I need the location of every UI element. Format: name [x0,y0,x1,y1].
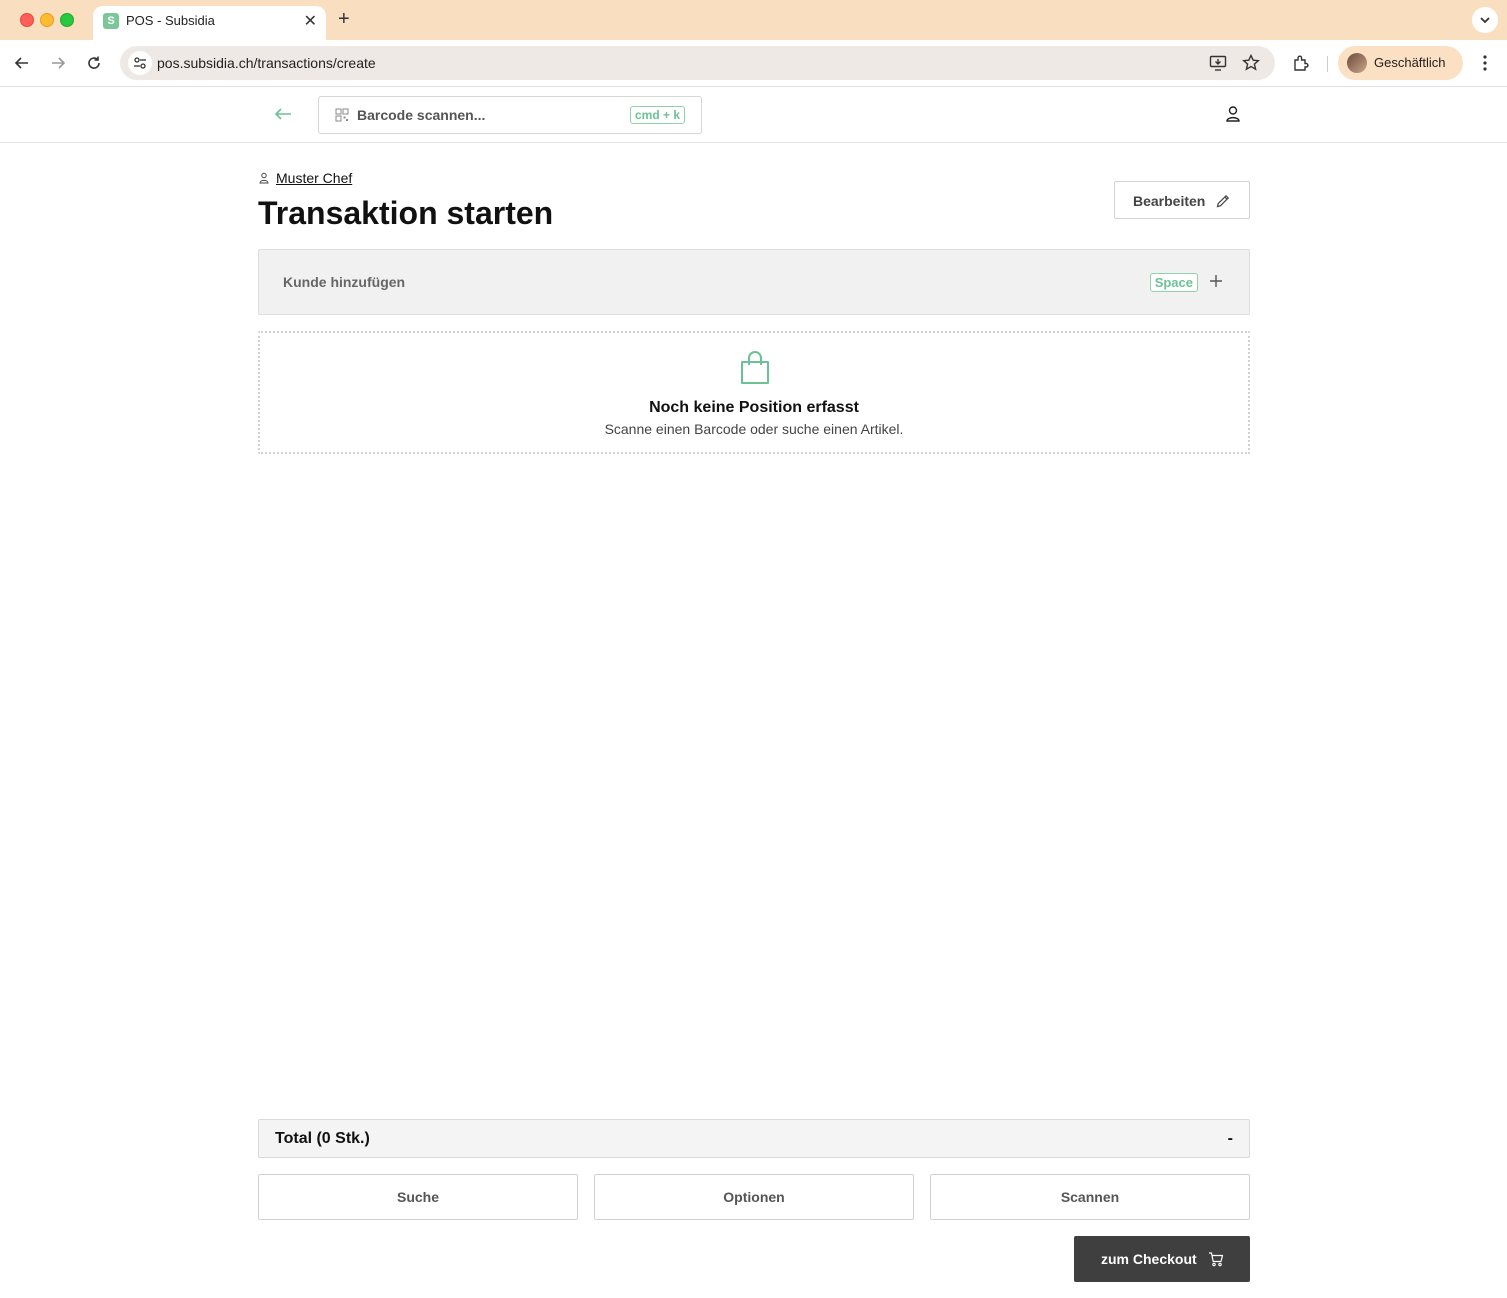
close-window-button[interactable] [20,13,34,27]
back-icon[interactable] [11,52,33,74]
scan-button[interactable]: Scannen [930,1174,1250,1220]
checkout-label: zum Checkout [1101,1251,1197,1267]
back-arrow-icon[interactable] [273,102,295,126]
new-tab-icon[interactable]: + [338,8,350,31]
page-title-bold: Transaktion [258,195,438,231]
avatar [1347,53,1367,73]
total-bar: Total (0 Stk.) - [258,1119,1250,1158]
shortcut-badge: cmd + k [629,106,685,124]
extensions-icon[interactable] [1290,52,1312,74]
browser-tab-bar: S POS - Subsidia ✕ + [0,0,1507,40]
customer-name[interactable]: Muster Chef [276,170,352,186]
pencil-icon [1215,193,1231,209]
barcode-placeholder: Barcode scannen... [357,107,486,123]
add-customer-label: Kunde hinzufügen [283,274,406,290]
plus-icon [1207,272,1225,290]
space-shortcut-badge: Space [1149,273,1198,292]
tab-title: POS - Subsidia [126,13,215,28]
empty-positions-panel: Noch keine Position erfasst Scanne einen… [258,331,1250,454]
browser-toolbar: pos.subsidia.ch/transactions/create Gesc… [0,40,1507,87]
tab-close-icon[interactable]: ✕ [304,11,317,31]
shopping-bag-icon [739,351,771,385]
app-header: Barcode scannen... cmd + k [0,87,1507,143]
forward-icon[interactable] [47,52,69,74]
edit-button[interactable]: Bearbeiten [1114,181,1250,219]
search-button[interactable]: Suche [258,1174,578,1220]
maximize-window-button[interactable] [60,13,74,27]
customer-link[interactable]: Muster Chef [258,170,352,186]
total-label: Total (0 Stk.) [275,1130,370,1147]
profile-button[interactable]: Geschäftlich [1338,46,1463,80]
browser-tab[interactable]: S POS - Subsidia ✕ [93,6,326,40]
edit-button-label: Bearbeiten [1133,193,1206,209]
options-button[interactable]: Optionen [594,1174,914,1220]
total-value: - [1227,1130,1233,1147]
more-menu-icon[interactable] [1474,52,1496,74]
favicon-icon: S [103,13,119,29]
bookmark-star-icon[interactable] [1242,53,1260,77]
profile-label: Geschäftlich [1374,55,1446,70]
address-bar[interactable]: pos.subsidia.ch/transactions/create [120,46,1275,80]
cart-icon [1208,1251,1224,1267]
empty-state-subtitle: Scanne einen Barcode oder suche einen Ar… [604,421,904,437]
person-icon [258,171,270,184]
page-title: Transaktion starten [258,195,553,232]
add-customer-button[interactable]: Kunde hinzufügen Space [258,249,1250,315]
qr-code-icon [335,108,349,122]
minimize-window-button[interactable] [40,13,54,27]
user-account-icon[interactable] [1222,103,1244,125]
reload-icon[interactable] [83,52,105,74]
app-page: Barcode scannen... cmd + k Muster Chef T… [0,87,1507,1298]
barcode-search-input[interactable]: Barcode scannen... cmd + k [318,96,702,134]
url-text: pos.subsidia.ch/transactions/create [157,55,376,71]
tab-search-icon[interactable] [1472,7,1498,33]
site-settings-icon[interactable] [128,51,152,75]
install-app-icon[interactable] [1209,54,1227,77]
toolbar-divider [1327,56,1328,72]
empty-state-title: Noch keine Position erfasst [649,399,859,416]
checkout-button[interactable]: zum Checkout [1074,1236,1250,1282]
page-title-rest: starten [437,195,554,231]
